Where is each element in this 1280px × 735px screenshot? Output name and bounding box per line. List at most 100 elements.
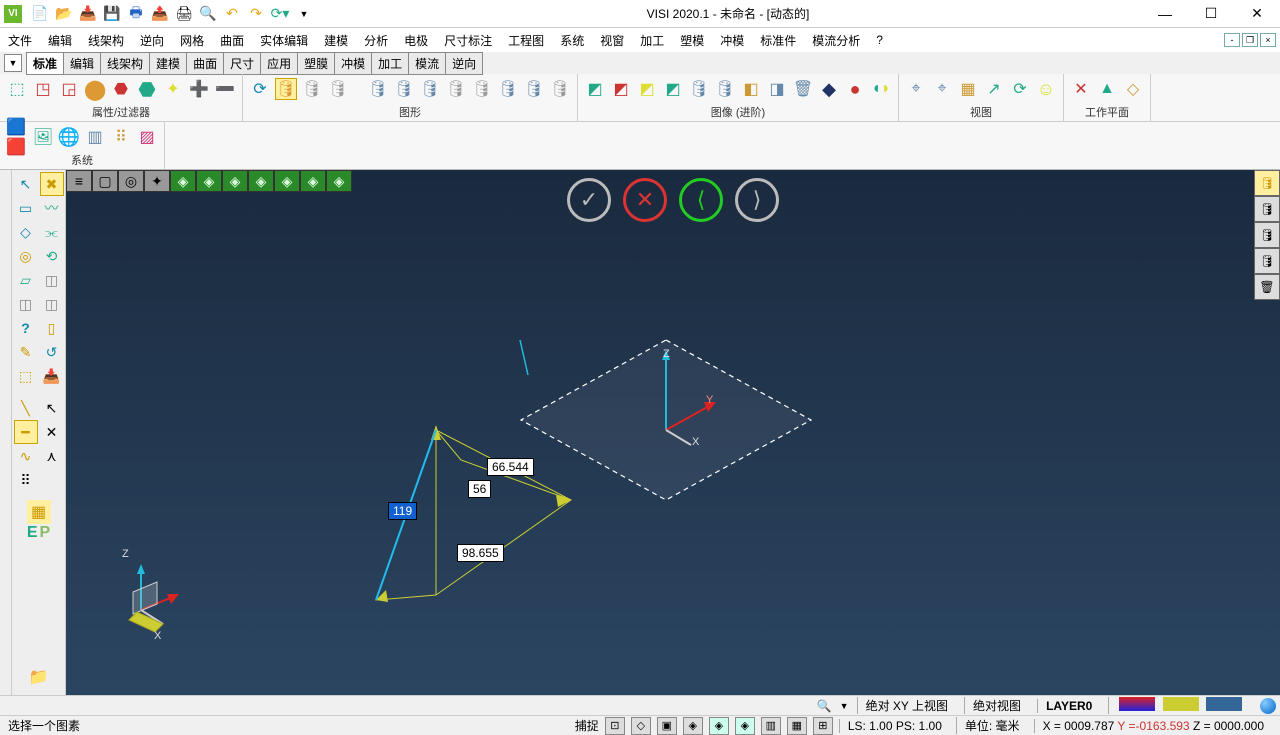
saveall-icon[interactable]: 🖶 (126, 4, 146, 24)
cyl9-icon[interactable]: 🛢 (497, 78, 519, 100)
sys4-icon[interactable]: ▥ (84, 126, 106, 148)
wp1-icon[interactable]: ✕ (1070, 78, 1092, 100)
history-icon[interactable]: ⟳▾ (270, 4, 290, 24)
cyl2-icon[interactable]: 🛢 (301, 78, 323, 100)
cyl1-icon[interactable]: 🛢 (275, 78, 297, 100)
print-icon[interactable]: 🖨 (174, 4, 194, 24)
view2-icon[interactable]: ⌖ (931, 78, 953, 100)
mdi-restore-icon[interactable]: ❐ (1242, 33, 1258, 47)
menu-analysis[interactable]: 分析 (362, 30, 390, 51)
tab-mold[interactable]: 塑膜 (297, 52, 335, 75)
img9-icon[interactable]: 🗑 (792, 78, 814, 100)
viewport-3d[interactable]: ≡ ▢ ◎ ✦ ◈ ◈ ◈ ◈ ◈ ◈ ◈ ✓ ✕ ⟨ ⟩ (66, 170, 1280, 695)
cyl10-icon[interactable]: 🛢 (523, 78, 545, 100)
wp2-icon[interactable]: ▲ (1096, 78, 1118, 100)
filter-icon-6[interactable]: ⬣ (136, 78, 158, 100)
cyl8-icon[interactable]: 🛢 (471, 78, 493, 100)
menu-window[interactable]: 视窗 (598, 30, 626, 51)
sys2-icon[interactable]: 🖼 (32, 126, 54, 148)
snap2-icon[interactable]: ◇ (631, 717, 651, 735)
menu-file[interactable]: 文件 (6, 30, 34, 51)
tab-surface[interactable]: 曲面 (186, 52, 224, 75)
lt-cross-icon[interactable]: ✕ (40, 420, 64, 444)
dim-d1-label[interactable]: 66.544 (487, 458, 534, 476)
lt-swap-icon[interactable]: ↺ (40, 340, 64, 364)
cyl11-icon[interactable]: 🛢 (549, 78, 571, 100)
lt-rect-icon[interactable]: ▭ (14, 196, 38, 220)
dim-d3-input[interactable]: 119 (388, 502, 417, 520)
menu-reverse[interactable]: 逆向 (138, 30, 166, 51)
tab-model[interactable]: 建模 (149, 52, 187, 75)
img11-icon[interactable]: ● (844, 78, 866, 100)
menu-surface[interactable]: 曲面 (218, 30, 246, 51)
img6-icon[interactable]: 🛢 (714, 78, 736, 100)
lt-cube3-icon[interactable]: ◫ (40, 292, 64, 316)
status-view2[interactable]: 绝对视图 (964, 697, 1029, 714)
tab-reverse[interactable]: 逆向 (445, 52, 483, 75)
lt-help-icon[interactable]: ? (14, 316, 38, 340)
cyl3-icon[interactable]: 🛢 (327, 78, 349, 100)
lt-parts-icon[interactable]: ⬚ (14, 364, 38, 388)
menu-mesh[interactable]: 网格 (178, 30, 206, 51)
search-icon[interactable]: 🔍 (817, 699, 832, 713)
lt-curve-icon[interactable]: ∿ (14, 444, 38, 468)
lt-line-icon[interactable]: ╲ (14, 396, 38, 420)
img8-icon[interactable]: ◨ (766, 78, 788, 100)
lt-arc-icon[interactable]: ⟲ (40, 244, 64, 268)
status-layer[interactable]: LAYER0 (1037, 699, 1100, 713)
import-icon[interactable]: 📥 (78, 4, 98, 24)
img2-icon[interactable]: ◩ (610, 78, 632, 100)
sys5-icon[interactable]: ⠿ (110, 126, 132, 148)
img3-icon[interactable]: ◩ (636, 78, 658, 100)
lt-hline-icon[interactable]: ━ (14, 420, 38, 444)
rc-cyl4-icon[interactable]: 🛢 (1254, 248, 1280, 274)
snap3-icon[interactable]: ▣ (657, 717, 677, 735)
menu-system[interactable]: 系统 (558, 30, 586, 51)
filter-icon-8[interactable]: ➕ (188, 78, 210, 100)
menu-electrode[interactable]: 电极 (402, 30, 430, 51)
status-colors[interactable] (1108, 697, 1252, 714)
refresh-icon[interactable]: ⟳ (249, 78, 271, 100)
menu-help[interactable]: ? (874, 31, 885, 49)
view5-icon[interactable]: ⟳ (1009, 78, 1031, 100)
rc-del-icon[interactable]: 🗑 (1254, 274, 1280, 300)
img5-icon[interactable]: 🛢 (688, 78, 710, 100)
tab-edit[interactable]: 编辑 (63, 52, 101, 75)
lt-frame-icon[interactable]: ▯ (40, 316, 64, 340)
snap5-icon[interactable]: ◈ (709, 717, 729, 735)
menu-moldflow[interactable]: 模流分析 (810, 30, 862, 51)
redo-icon[interactable]: ↷ (246, 4, 266, 24)
lt-brush-icon[interactable]: ✎ (14, 340, 38, 364)
lt-folder-icon[interactable]: 📁 (27, 665, 51, 689)
rc-cyl3-icon[interactable]: 🛢 (1254, 222, 1280, 248)
lt-edge-icon[interactable]: 〰 (40, 196, 64, 220)
snap7-icon[interactable]: ▥ (761, 717, 781, 735)
globe-icon[interactable] (1260, 698, 1276, 714)
menu-drawing[interactable]: 工程图 (506, 30, 546, 51)
cyl6-icon[interactable]: 🛢 (419, 78, 441, 100)
lt-e-label[interactable]: E (27, 524, 38, 542)
menu-standard-parts[interactable]: 标准件 (758, 30, 798, 51)
menu-edit[interactable]: 编辑 (46, 30, 74, 51)
menu-model[interactable]: 建模 (322, 30, 350, 51)
snap1-icon[interactable]: ⊡ (605, 717, 625, 735)
search-dropdown-icon[interactable]: ▼ (840, 701, 849, 711)
view4-icon[interactable]: ↗ (983, 78, 1005, 100)
rc-cyl1-icon[interactable]: 🛢 (1254, 170, 1280, 196)
menu-mold[interactable]: 塑模 (678, 30, 706, 51)
tab-wireframe[interactable]: 线架构 (100, 52, 150, 75)
img1-icon[interactable]: ◩ (584, 78, 606, 100)
snap8-icon[interactable]: ▦ (787, 717, 807, 735)
lt-select-icon[interactable]: ↖ (14, 172, 38, 196)
wp3-icon[interactable]: ◇ (1122, 78, 1144, 100)
img10-icon[interactable]: ◆ (818, 78, 840, 100)
open-icon[interactable]: 📂 (54, 4, 74, 24)
qat-dropdown-icon[interactable]: ▼ (294, 4, 314, 24)
img7-icon[interactable]: ◧ (740, 78, 762, 100)
cyl5-icon[interactable]: 🛢 (393, 78, 415, 100)
menu-dimension[interactable]: 尺寸标注 (442, 30, 494, 51)
tab-moldflow[interactable]: 模流 (408, 52, 446, 75)
export-icon[interactable]: 📤 (150, 4, 170, 24)
lt-cube1-icon[interactable]: ◫ (40, 268, 64, 292)
filter-icon-9[interactable]: ➖ (214, 78, 236, 100)
